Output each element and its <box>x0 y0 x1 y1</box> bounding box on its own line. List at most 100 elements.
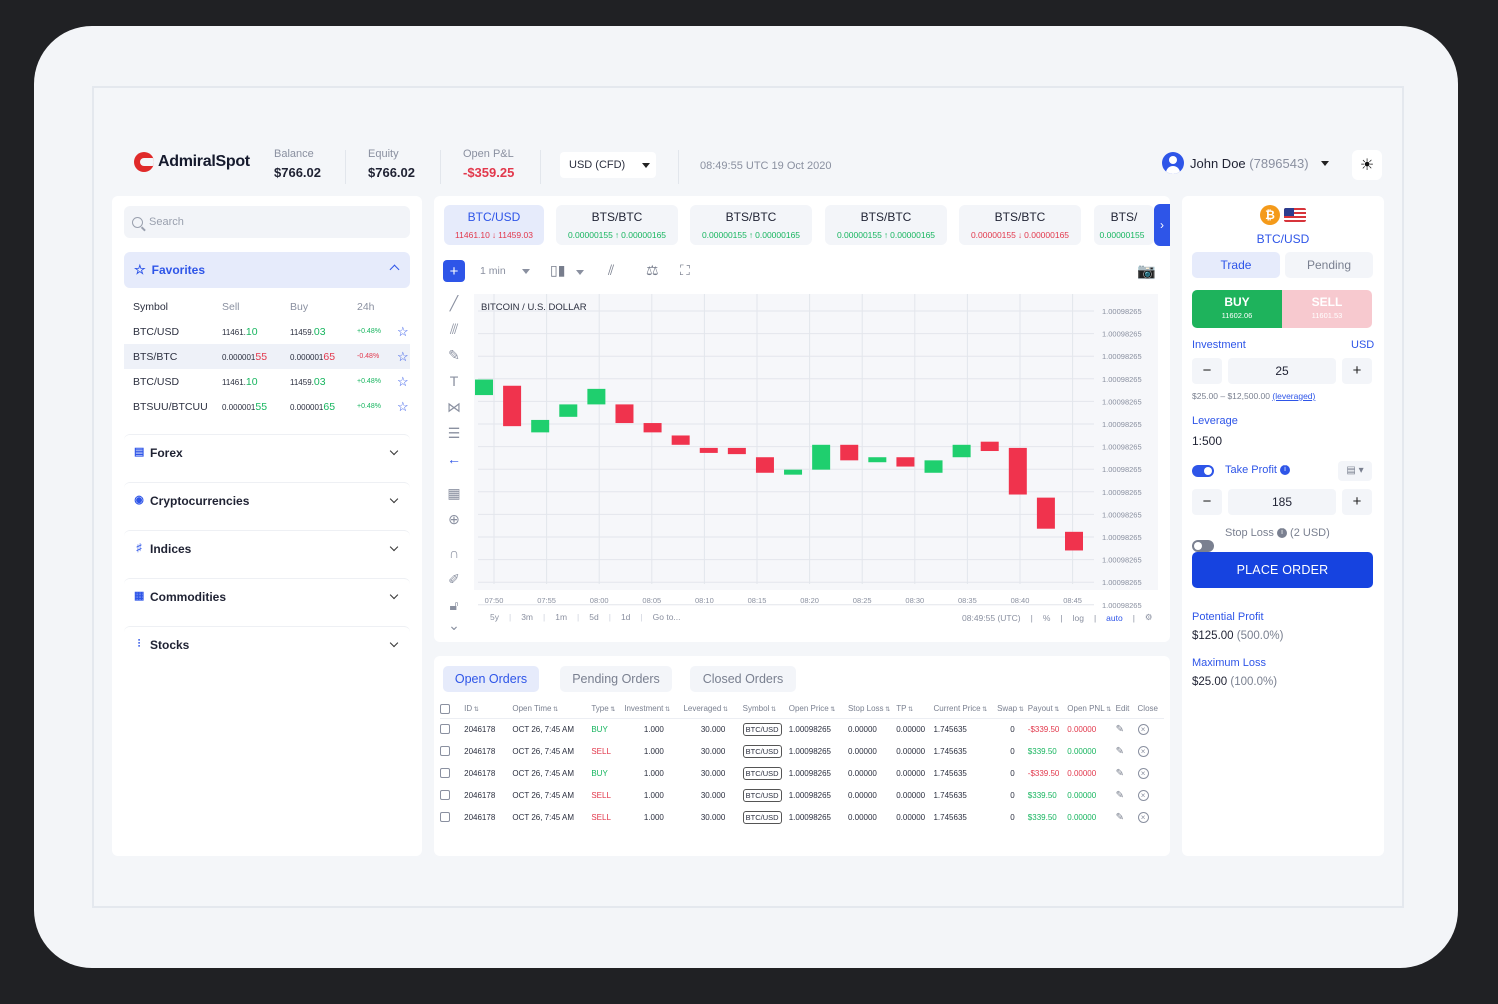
symbol-tab[interactable]: BTS/BTC 0.00000155 ↑ 0.00000165 <box>556 205 678 245</box>
pattern-tool[interactable]: ⋈ <box>445 398 463 416</box>
column-header[interactable]: Open Time ⇅ <box>512 700 592 719</box>
symbol-tab[interactable]: BTS/BTC 0.00000155 ↓ 0.00000165 <box>959 205 1081 245</box>
crosshair-tool-button[interactable]: + <box>443 260 465 282</box>
column-header[interactable]: Edit <box>1115 700 1138 719</box>
favorite-row[interactable]: BTSUU/BTCUU 0.00000155 0.00000165 +0.48% ☆ <box>124 394 410 419</box>
measure-tool[interactable]: ▦ <box>445 484 463 502</box>
tab-open-orders[interactable]: Open Orders <box>443 666 539 692</box>
brand-logo[interactable]: AdmiralSpot <box>134 152 250 172</box>
symbol-badge[interactable]: BTC/USD <box>742 788 782 802</box>
favorite-row[interactable]: BTC/USD 11461.10 11459.03 +0.48% ☆ <box>124 369 410 394</box>
timeframe-button[interactable]: 5y <box>490 612 499 622</box>
symbol-badge[interactable]: BTC/USD <box>742 810 782 824</box>
investment-currency[interactable]: USD <box>1351 339 1374 351</box>
close-icon[interactable]: × <box>1137 789 1149 801</box>
zoom-tool[interactable]: ⊕ <box>445 510 463 528</box>
stop-loss-toggle[interactable] <box>1192 540 1214 552</box>
pencil-icon[interactable]: ✎ <box>1116 790 1124 801</box>
tab-closed-orders[interactable]: Closed Orders <box>690 666 796 692</box>
row-checkbox[interactable] <box>440 812 450 822</box>
chart-footer-item[interactable]: log <box>1073 613 1084 623</box>
scroll-tabs-button[interactable]: › <box>1154 204 1170 246</box>
table-row[interactable]: 2046178 OCT 26, 7:45 AM SELL 1.000 30.000 BTC… <box>440 806 1164 828</box>
column-header[interactable]: Close <box>1137 700 1164 719</box>
brush-tool[interactable]: ✎ <box>445 346 463 364</box>
timeframe-button[interactable]: 1m <box>555 612 567 622</box>
candles-type-button[interactable]: ▯▮ <box>550 262 565 279</box>
unlock-tool[interactable]: 🔓︎ <box>445 596 463 614</box>
column-header[interactable]: ID ⇅ <box>464 700 513 719</box>
column-header[interactable]: Open Price ⇅ <box>788 700 848 719</box>
pencil-icon[interactable]: ✎ <box>1116 746 1124 757</box>
buy-button[interactable]: BUY 11602.06 <box>1192 290 1282 328</box>
currency-select[interactable]: USD (CFD) <box>560 152 656 178</box>
close-icon[interactable]: × <box>1137 745 1149 757</box>
column-header[interactable]: Leveraged ⇅ <box>683 700 743 719</box>
column-header[interactable]: TP ⇅ <box>896 700 934 719</box>
star-icon[interactable]: ☆ <box>397 374 409 390</box>
row-checkbox[interactable] <box>440 724 450 735</box>
row-checkbox[interactable] <box>440 768 450 778</box>
trend-line-tool[interactable]: ╱ <box>445 294 463 312</box>
category-stocks[interactable]: ⫶ Stocks <box>124 626 410 662</box>
interval-select[interactable]: 1 min <box>480 265 530 277</box>
star-icon[interactable]: ☆ <box>397 349 409 365</box>
pencil-icon[interactable]: ✎ <box>1116 812 1124 823</box>
magnet-tool[interactable]: ∩ <box>445 544 463 562</box>
timeframe-button[interactable]: 5d <box>589 612 598 622</box>
search-input[interactable] <box>149 216 389 228</box>
increase-investment-button[interactable]: + <box>1342 358 1372 384</box>
sell-button[interactable]: SELL 11601.53 <box>1282 290 1372 328</box>
increase-take-profit-button[interactable]: + <box>1342 489 1372 515</box>
close-icon[interactable]: × <box>1137 811 1149 823</box>
timeframe-button[interactable]: 1d <box>621 612 630 622</box>
close-icon[interactable]: × <box>1137 723 1149 735</box>
table-row[interactable]: 2046178 OCT 26, 7:45 AM SELL 1.000 30.000 BTC… <box>440 740 1164 762</box>
column-header[interactable]: Stop Loss ⇅ <box>847 700 897 719</box>
column-header[interactable]: Payout ⇅ <box>1027 700 1068 719</box>
screenshot-button[interactable]: 📷 <box>1137 262 1156 280</box>
take-profit-mode-select[interactable]: ▤ ▾ <box>1338 461 1372 481</box>
close-icon[interactable]: × <box>1137 767 1149 779</box>
fullscreen-button[interactable]: ⛶ <box>680 262 690 279</box>
timeframe-button[interactable]: 3m <box>521 612 533 622</box>
column-header[interactable]: Current Price ⇅ <box>933 700 998 719</box>
table-row[interactable]: 2046178 OCT 26, 7:45 AM BUY 1.000 30.000 BTC/… <box>440 718 1164 740</box>
more-tools[interactable]: ⌄ <box>445 616 463 634</box>
search-box[interactable] <box>124 206 410 238</box>
symbol-tab[interactable]: BTS/BTC 0.00000155 ↑ 0.00000165 <box>825 205 947 245</box>
info-icon[interactable]: i <box>1276 528 1287 539</box>
chart-footer-item[interactable]: % <box>1043 613 1051 623</box>
tab-pending-orders[interactable]: Pending Orders <box>560 666 672 692</box>
chart-footer-item[interactable]: auto <box>1106 613 1123 623</box>
select-all-checkbox[interactable] <box>440 703 450 714</box>
star-icon[interactable]: ☆ <box>397 399 409 415</box>
favorite-row[interactable]: BTC/USD 11461.10 11459.03 +0.48% ☆ <box>124 319 410 344</box>
column-header[interactable]: Swap ⇅ <box>997 700 1028 719</box>
column-header[interactable]: Investment ⇅ <box>624 700 684 719</box>
symbol-tab[interactable]: BTS/BTC 0.00000155 ↑ 0.00000165 <box>690 205 812 245</box>
pitchfork-tool[interactable]: ⫻ <box>445 320 463 338</box>
tab-pending[interactable]: Pending <box>1285 252 1373 278</box>
symbol-badge[interactable]: BTC/USD <box>742 722 782 736</box>
symbol-badge[interactable]: BTC/USD <box>742 744 782 758</box>
column-header[interactable]: Symbol ⇅ <box>742 700 789 719</box>
theme-toggle-button[interactable]: ☀ <box>1352 150 1382 180</box>
info-icon[interactable]: i <box>1280 465 1291 476</box>
pencil-icon[interactable]: ✎ <box>1116 724 1124 735</box>
pencil-icon[interactable]: ✎ <box>1116 768 1124 779</box>
take-profit-toggle[interactable] <box>1192 465 1214 477</box>
tab-trade[interactable]: Trade <box>1192 252 1280 278</box>
fib-tool[interactable]: ☰ <box>445 424 463 442</box>
indicators-button[interactable]: ⫽ <box>608 262 614 279</box>
take-profit-field[interactable]: 185 <box>1228 489 1336 515</box>
category-forex[interactable]: ▤ Forex <box>124 434 410 470</box>
user-menu[interactable]: John Doe (7896543) <box>1162 152 1329 174</box>
favorites-header[interactable]: ☆ Favorites <box>124 252 410 288</box>
table-row[interactable]: 2046178 OCT 26, 7:45 AM BUY 1.000 30.000 BTC/… <box>440 762 1164 784</box>
favorite-row[interactable]: BTS/BTC 0.00000155 0.00000165 -0.48% ☆ <box>124 344 410 369</box>
symbol-tab[interactable]: BTC/USD 11461.10 ↓ 11459.03 <box>444 205 544 245</box>
column-header[interactable]: Open PNL ⇅ <box>1067 700 1116 719</box>
star-icon[interactable]: ☆ <box>397 324 409 340</box>
row-checkbox[interactable] <box>440 746 450 756</box>
